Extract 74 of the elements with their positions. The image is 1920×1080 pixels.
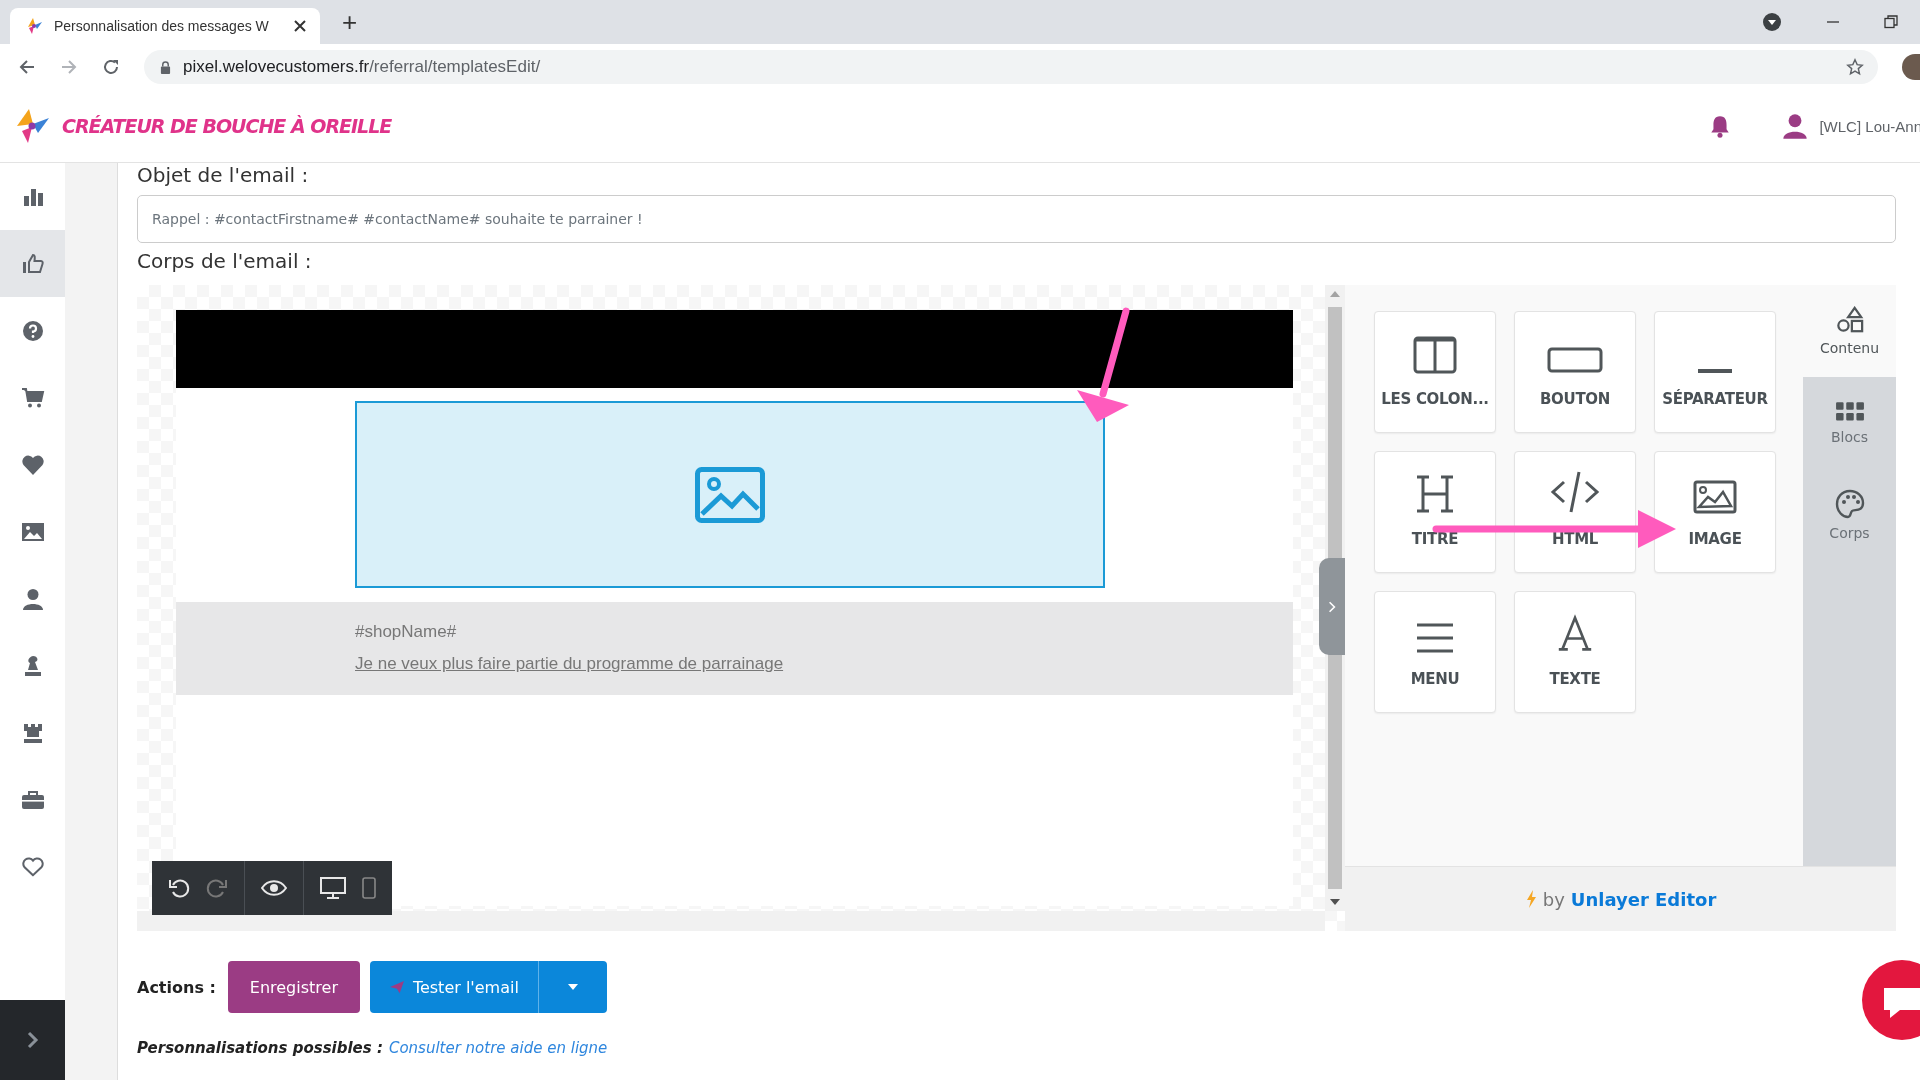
reload-icon[interactable]: [102, 58, 120, 76]
redo-icon[interactable]: [206, 877, 228, 899]
panel-tab[interactable]: Blocs: [1803, 377, 1896, 469]
sidebar-item[interactable]: [0, 230, 65, 297]
caret-icon: [567, 984, 578, 990]
lock-icon: [160, 60, 171, 74]
question-icon: [21, 319, 44, 342]
content-tool-tile[interactable]: MENU: [1374, 591, 1496, 713]
unsubscribe-link[interactable]: Je ne veux plus faire partie du programme de parrainage: [355, 654, 784, 674]
content-tool-tile[interactable]: BOUTON: [1514, 311, 1636, 433]
tab-title: Personnalisation des messages W: [54, 18, 270, 34]
restore-icon[interactable]: [1884, 15, 1898, 29]
profile-dropdown-icon[interactable]: [1762, 12, 1782, 32]
bookmark-star-icon[interactable]: [1846, 58, 1864, 76]
user-icon: [21, 587, 44, 610]
shapes-icon: [1835, 306, 1864, 334]
heart-outline-icon: [21, 856, 44, 877]
paper-plane-icon: [388, 980, 405, 994]
code-icon: [1550, 470, 1600, 514]
url-text: pixel.welovecustomers.fr/referral/templatesEdit/: [183, 57, 541, 77]
shop-name: #shopName#: [355, 622, 458, 642]
user-icon[interactable]: [1781, 112, 1810, 140]
logo-text: CRÉATEUR DE BOUCHE À OREILLE: [62, 115, 392, 137]
new-tab-button[interactable]: +: [334, 6, 366, 38]
unlayer-link[interactable]: Unlayer Editor: [1570, 888, 1717, 910]
content-tool-tile[interactable]: SÉPARATEUR: [1654, 311, 1776, 433]
help-label: Personnalisations possibles :: [137, 1039, 383, 1057]
mobile-icon[interactable]: [362, 877, 376, 899]
subject-label: Objet de l'email :: [137, 163, 310, 189]
lightning-icon: [1524, 889, 1537, 909]
palette-icon: [1834, 489, 1865, 519]
help-link[interactable]: Consulter notre aide en ligne: [388, 1039, 608, 1057]
bell-icon[interactable]: [1709, 114, 1732, 138]
letter-a-icon: [1557, 614, 1593, 654]
horizontal-scrollbar[interactable]: [137, 911, 1325, 931]
thumbs-up-icon: [20, 251, 45, 276]
body-label: Corps de l'email :: [137, 249, 313, 275]
image-icon: [695, 466, 765, 523]
back-icon[interactable]: [18, 58, 36, 76]
content-tool-tile[interactable]: IMAGE: [1654, 451, 1776, 573]
tower-icon: [21, 721, 44, 744]
test-email-button[interactable]: Tester l'email: [369, 961, 539, 1013]
subject-field[interactable]: Rappel : #contactFirstname# #contactName# souhaite te parrainer !: [137, 195, 1896, 243]
content-tool-tile[interactable]: HTML: [1514, 451, 1636, 573]
undo-icon[interactable]: [168, 877, 190, 899]
chevron-right-icon: [1328, 599, 1336, 614]
credit-prefix: by: [1542, 888, 1565, 910]
image-placeholder[interactable]: [355, 401, 1105, 588]
collapse-panel-handle[interactable]: [1319, 558, 1345, 655]
eye-icon[interactable]: [261, 879, 287, 897]
image-icon: [20, 521, 45, 542]
button-shape-icon: [1547, 346, 1603, 374]
chat-bubble-icon[interactable]: [1862, 960, 1920, 1040]
grid-icon: [1834, 401, 1865, 423]
heading-icon: [1415, 474, 1455, 514]
desktop-icon[interactable]: [320, 877, 346, 899]
briefcase-icon: [20, 789, 45, 810]
cart-icon: [20, 386, 45, 409]
close-icon[interactable]: [294, 20, 306, 32]
content-tool-tile[interactable]: TEXTE: [1514, 591, 1636, 713]
panel-tab[interactable]: Contenu: [1803, 285, 1896, 377]
menu-icon: [1415, 622, 1455, 654]
save-button[interactable]: Enregistrer: [227, 961, 360, 1013]
heart-icon: [20, 453, 45, 476]
content-tool-tile[interactable]: LES COLON...: [1374, 311, 1496, 433]
content-tool-tile[interactable]: TITRE: [1374, 451, 1496, 573]
browser-tab[interactable]: Personnalisation des messages W: [10, 8, 320, 44]
panel-tab[interactable]: Corps: [1803, 469, 1896, 561]
actions-label: Actions :: [137, 977, 216, 997]
image-icon: [1693, 480, 1737, 514]
chevron-right-icon: [26, 1031, 39, 1049]
profile-avatar[interactable]: [1902, 54, 1920, 80]
columns-icon: [1413, 336, 1457, 374]
address-bar[interactable]: pixel.welovecustomers.fr/referral/templatesEdit/: [144, 50, 1878, 84]
